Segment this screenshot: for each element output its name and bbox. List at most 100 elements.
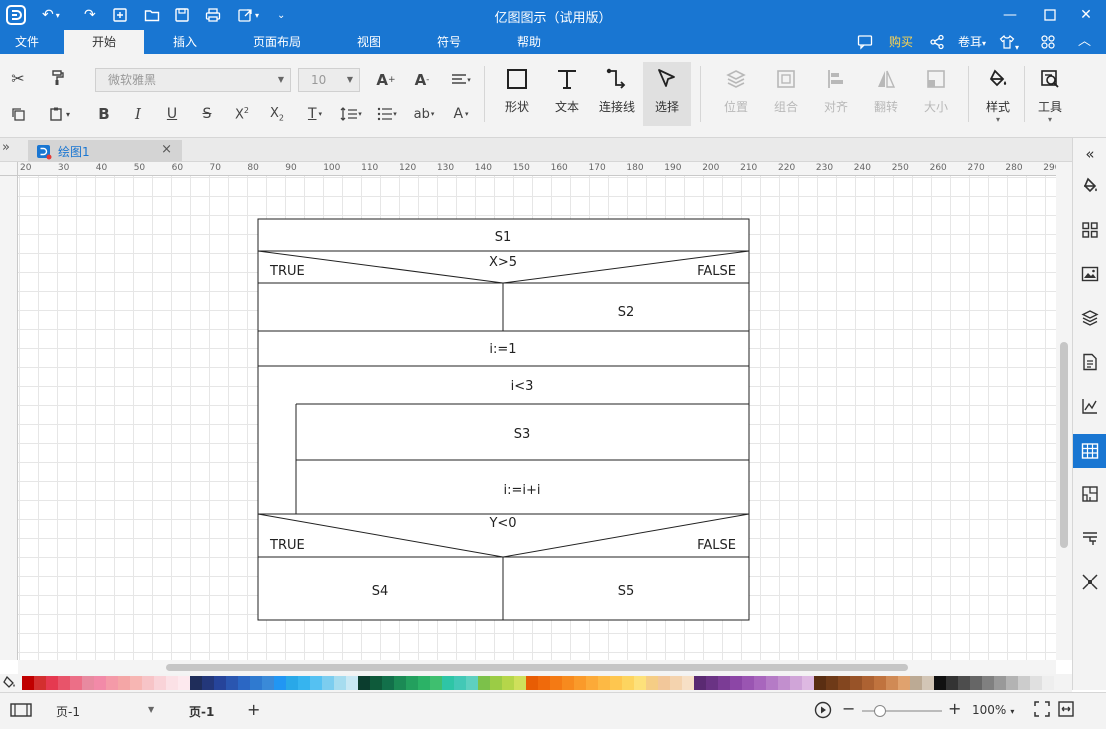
subscript-icon[interactable]: X2 (265, 102, 289, 126)
group-button[interactable]: 组合 (762, 62, 810, 126)
color-swatch[interactable] (994, 676, 1006, 690)
fill-icon[interactable] (1078, 174, 1102, 198)
close-tab-icon[interactable]: × (161, 142, 172, 157)
color-swatch[interactable] (838, 676, 850, 690)
flip-button[interactable]: 翻转 (862, 62, 910, 126)
page-tab[interactable]: 页-1 (189, 703, 214, 720)
redo-icon[interactable]: ↷ (84, 5, 96, 25)
chat-icon[interactable] (857, 30, 873, 54)
close-icon[interactable]: ✕ (1066, 2, 1106, 28)
table-icon[interactable] (1073, 434, 1106, 468)
collapse-panel-icon[interactable]: « (1078, 142, 1102, 166)
expand-panel-icon[interactable]: » (2, 140, 10, 155)
strikethrough-icon[interactable]: S (195, 102, 219, 126)
color-swatch[interactable] (214, 676, 226, 690)
color-swatch[interactable] (826, 676, 838, 690)
color-swatch[interactable] (298, 676, 310, 690)
color-swatch[interactable] (778, 676, 790, 690)
page-view-icon[interactable] (10, 702, 32, 721)
color-swatch[interactable] (34, 676, 46, 690)
color-swatch[interactable] (1042, 676, 1054, 690)
color-swatch[interactable] (166, 676, 178, 690)
symbol-library-icon[interactable] (1078, 218, 1102, 242)
document-tab[interactable]: 绘图1 × (28, 140, 182, 162)
color-swatch[interactable] (466, 676, 478, 690)
export-icon[interactable]: ▾ (237, 5, 259, 25)
share-icon[interactable] (929, 30, 945, 54)
color-swatch[interactable] (394, 676, 406, 690)
color-swatch[interactable] (670, 676, 682, 690)
open-folder-icon[interactable] (144, 5, 160, 25)
drawing-canvas[interactable]: S1 X>5 TRUE FALSE S2 i:=1 i<3 S3 i:=i+i … (18, 176, 1056, 660)
bold-icon[interactable]: B (92, 102, 116, 126)
navigation-icon[interactable] (1078, 526, 1102, 550)
line-spacing-icon[interactable]: ▾ (335, 102, 367, 126)
style-button[interactable]: 样式 ▾ (974, 62, 1022, 126)
color-swatch[interactable] (694, 676, 706, 690)
fullscreen-icon[interactable] (1034, 701, 1050, 720)
color-swatch[interactable] (958, 676, 970, 690)
color-swatch[interactable] (610, 676, 622, 690)
paste-icon[interactable]: ▾ (42, 102, 76, 126)
zoom-in-icon[interactable]: + (948, 699, 961, 718)
size-button[interactable]: 大小 (912, 62, 960, 126)
bullet-list-icon[interactable]: ▾ (372, 102, 402, 126)
tab-help[interactable]: 帮助 (500, 30, 558, 54)
color-swatch[interactable] (850, 676, 862, 690)
color-swatch[interactable] (886, 676, 898, 690)
decrease-font-icon[interactable]: A- (410, 68, 434, 92)
color-swatch[interactable] (742, 676, 754, 690)
color-swatch[interactable] (898, 676, 910, 690)
color-swatch[interactable] (646, 676, 658, 690)
color-swatch[interactable] (370, 676, 382, 690)
zoom-slider-handle[interactable] (874, 705, 886, 717)
zoom-level[interactable]: 100% ▾ (972, 703, 1014, 717)
minimize-icon[interactable]: — (990, 2, 1030, 28)
color-swatch[interactable] (766, 676, 778, 690)
color-swatch[interactable] (226, 676, 238, 690)
color-swatch[interactable] (730, 676, 742, 690)
undo-icon[interactable]: ↶ ▾ (42, 5, 60, 25)
color-swatch[interactable] (622, 676, 634, 690)
vertical-scroll-thumb[interactable] (1060, 342, 1068, 548)
shape-button[interactable]: 形状 (493, 62, 541, 126)
color-swatch[interactable] (382, 676, 394, 690)
add-page-button[interactable]: + (247, 700, 260, 719)
color-swatch[interactable] (418, 676, 430, 690)
zoom-out-icon[interactable]: − (842, 699, 855, 718)
color-swatch[interactable] (82, 676, 94, 690)
tab-view[interactable]: 视图 (340, 30, 398, 54)
color-swatch[interactable] (58, 676, 70, 690)
color-swatch[interactable] (346, 676, 358, 690)
color-swatch[interactable] (154, 676, 166, 690)
color-swatch[interactable] (238, 676, 250, 690)
text-align-icon[interactable]: ▾ (446, 68, 476, 92)
color-swatch[interactable] (490, 676, 502, 690)
color-swatch[interactable] (322, 676, 334, 690)
color-swatch[interactable] (250, 676, 262, 690)
color-swatch[interactable] (106, 676, 118, 690)
vertical-scrollbar[interactable] (1056, 162, 1072, 660)
new-file-icon[interactable] (112, 5, 128, 25)
buy-button[interactable]: 购买 (889, 30, 913, 54)
color-swatch[interactable] (982, 676, 994, 690)
font-color-icon[interactable]: A ▾ (446, 102, 476, 126)
color-swatch[interactable] (502, 676, 514, 690)
color-swatch[interactable] (430, 676, 442, 690)
tab-home[interactable]: 开始 (64, 30, 144, 54)
color-swatch[interactable] (922, 676, 934, 690)
color-swatch[interactable] (658, 676, 670, 690)
color-swatch[interactable] (1006, 676, 1018, 690)
image-icon[interactable] (1078, 262, 1102, 286)
color-swatch[interactable] (118, 676, 130, 690)
color-swatch[interactable] (22, 676, 34, 690)
collapse-ribbon-icon[interactable]: ︿ (1078, 30, 1091, 54)
italic-icon[interactable]: I (126, 102, 150, 126)
superscript-icon[interactable]: X2 (230, 102, 254, 126)
block-increment[interactable]: i:=i+i (503, 483, 540, 498)
color-swatch[interactable] (682, 676, 694, 690)
format-painter-icon[interactable] (46, 66, 70, 90)
print-icon[interactable] (205, 5, 221, 25)
color-swatch[interactable] (574, 676, 586, 690)
color-swatch[interactable] (706, 676, 718, 690)
